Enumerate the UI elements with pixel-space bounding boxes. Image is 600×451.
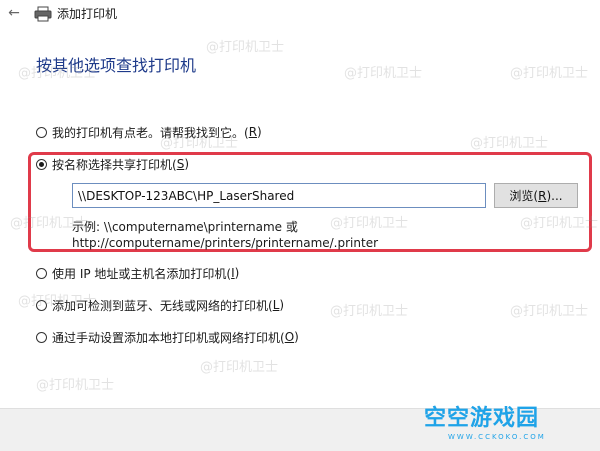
browse-button-key: R <box>538 188 547 203</box>
browse-button[interactable]: 浏览(R)... <box>494 183 578 208</box>
radio-wireless-printer[interactable] <box>36 299 47 311</box>
option-shared-printer-suffix: ) <box>184 157 189 171</box>
watermark: @打印机卫士 <box>470 136 549 151</box>
option-manual-setup-label: 通过手动设置添加本地打印机或网络打印机( <box>52 330 285 345</box>
page-heading: 按其他选项查找打印机 <box>36 56 197 75</box>
option-shared-printer-label: 按名称选择共享打印机( <box>52 157 177 172</box>
watermark: @打印机卫士 <box>344 66 423 81</box>
example-line-2: http://computername/printers/printername… <box>72 236 379 250</box>
example-line-1: 示例: \\computername\printername 或 <box>72 220 298 234</box>
watermark: @打印机卫士 <box>510 304 589 319</box>
watermark: @打印机卫士 <box>330 304 409 319</box>
option-manual-setup-key: O <box>284 330 295 344</box>
logo-text: 空空游戏园 <box>424 406 540 431</box>
option-shared-printer-key: S <box>176 157 185 171</box>
radio-old-printer[interactable] <box>36 126 47 138</box>
option-ip-address[interactable]: 使用 IP 地址或主机名添加打印机(I) <box>36 264 239 282</box>
option-old-printer[interactable]: 我的打印机有点老。请帮我找到它。(R) <box>36 123 262 141</box>
option-wireless-printer[interactable]: 添加可检测到蓝牙、无线或网络的打印机(L) <box>36 296 284 314</box>
option-ip-address-suffix: ) <box>234 266 240 280</box>
watermark: @打印机卫士 <box>510 66 589 81</box>
radio-manual-setup[interactable] <box>36 331 47 343</box>
window-title: 添加打印机 <box>57 7 118 21</box>
logo-url: WWW.CCKOKO.COM <box>448 433 546 441</box>
option-wireless-printer-label: 添加可检测到蓝牙、无线或网络的打印机( <box>52 298 273 313</box>
browse-button-label: 浏览( <box>509 189 539 203</box>
option-manual-setup-suffix: ) <box>294 330 299 344</box>
watermark: @打印机卫士 <box>200 360 279 375</box>
watermark: @打印机卫士 <box>206 40 285 55</box>
browse-button-suffix: )... <box>546 188 563 203</box>
option-wireless-printer-key: L <box>272 298 280 312</box>
option-shared-printer[interactable]: 按名称选择共享打印机(S) <box>36 155 189 173</box>
radio-ip-address[interactable] <box>36 267 47 279</box>
back-arrow-icon[interactable]: ← <box>6 4 22 22</box>
shared-printer-path-input[interactable] <box>72 183 486 208</box>
radio-shared-printer[interactable] <box>36 158 47 170</box>
option-wireless-printer-suffix: ) <box>279 298 285 312</box>
watermark: @打印机卫士 <box>36 378 115 393</box>
option-ip-address-label: 使用 IP 地址或主机名添加打印机( <box>52 266 232 281</box>
option-old-printer-label: 我的打印机有点老。请帮我找到它。( <box>52 125 249 140</box>
option-manual-setup[interactable]: 通过手动设置添加本地打印机或网络打印机(O) <box>36 328 299 346</box>
option-old-printer-suffix: ) <box>257 125 262 139</box>
printer-icon <box>34 6 52 22</box>
site-logo: 空空游戏园 WWW.CCKOKO.COM <box>424 406 594 446</box>
option-old-printer-key: R <box>248 125 258 139</box>
